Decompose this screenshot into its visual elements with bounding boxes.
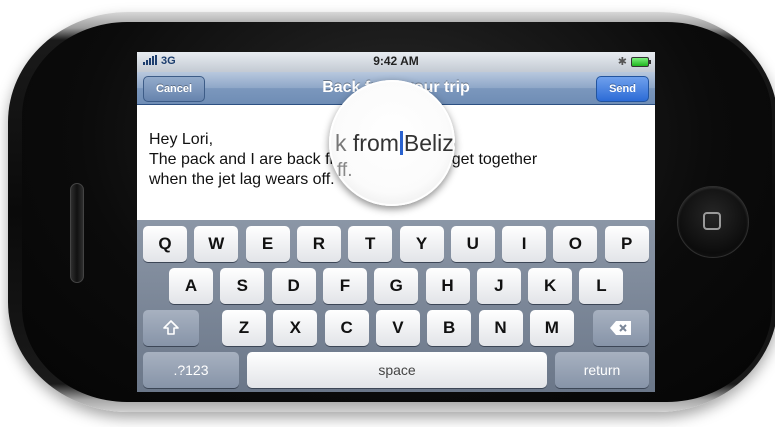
key-s[interactable]: S [220,268,265,304]
keyboard-row-1: QWERTYUIOP [137,226,655,262]
key-q[interactable]: Q [143,226,187,262]
key-l[interactable]: L [579,268,624,304]
magnifier-loupe: k fromBelize ff. [329,80,455,206]
key-m[interactable]: M [529,310,574,346]
key-b[interactable]: B [427,310,472,346]
home-button[interactable] [677,186,749,258]
return-key[interactable]: return [555,352,649,388]
key-g[interactable]: G [374,268,419,304]
key-z[interactable]: Z [222,310,266,346]
key-y[interactable]: Y [399,226,444,262]
key-d[interactable]: D [271,268,316,304]
loupe-suffix: Belize [403,130,455,156]
key-h[interactable]: H [425,268,470,304]
status-bar: 3G 9:42 AM ✱ [137,52,655,72]
key-u[interactable]: U [450,226,495,262]
keyboard-row-4: .?123 space return [137,352,655,388]
text-caret [399,131,403,155]
screen: 3G 9:42 AM ✱ Cancel Back from your trip … [137,52,655,392]
key-k[interactable]: K [528,268,573,304]
loupe-word: from [352,130,399,156]
loupe-prefix: k [335,130,347,156]
keyboard-row-3: ZXCVBNM [137,310,655,346]
key-x[interactable]: X [273,310,318,346]
key-c[interactable]: C [324,310,369,346]
key-v[interactable]: V [375,310,420,346]
earpiece-speaker [70,183,84,283]
key-f[interactable]: F [322,268,367,304]
numbers-key[interactable]: .?123 [143,352,239,388]
delete-icon [610,321,631,335]
shift-icon [163,320,179,335]
keyboard-row-2: ASDFGHJKL [137,268,655,304]
home-square-icon [703,212,721,230]
key-j[interactable]: J [476,268,521,304]
loupe-second-line: ff. [337,160,353,181]
keyboard: QWERTYUIOP ASDFGHJKL ZXCVBNM .?123 space… [137,220,655,392]
key-i[interactable]: I [502,226,547,262]
space-key[interactable]: space [247,352,547,388]
key-e[interactable]: E [245,226,290,262]
loupe-text: k fromBelize [335,130,455,157]
send-button[interactable]: Send [596,76,649,102]
key-a[interactable]: A [169,268,213,304]
battery-icon [631,57,651,67]
key-w[interactable]: W [194,226,239,262]
key-o[interactable]: O [553,226,598,262]
key-t[interactable]: T [348,226,393,262]
key-n[interactable]: N [478,310,523,346]
key-r[interactable]: R [296,226,341,262]
delete-key[interactable] [593,310,649,346]
key-p[interactable]: P [604,226,649,262]
bluetooth-icon: ✱ [617,56,627,68]
shift-key[interactable] [143,310,199,346]
clock: 9:42 AM [373,54,419,68]
